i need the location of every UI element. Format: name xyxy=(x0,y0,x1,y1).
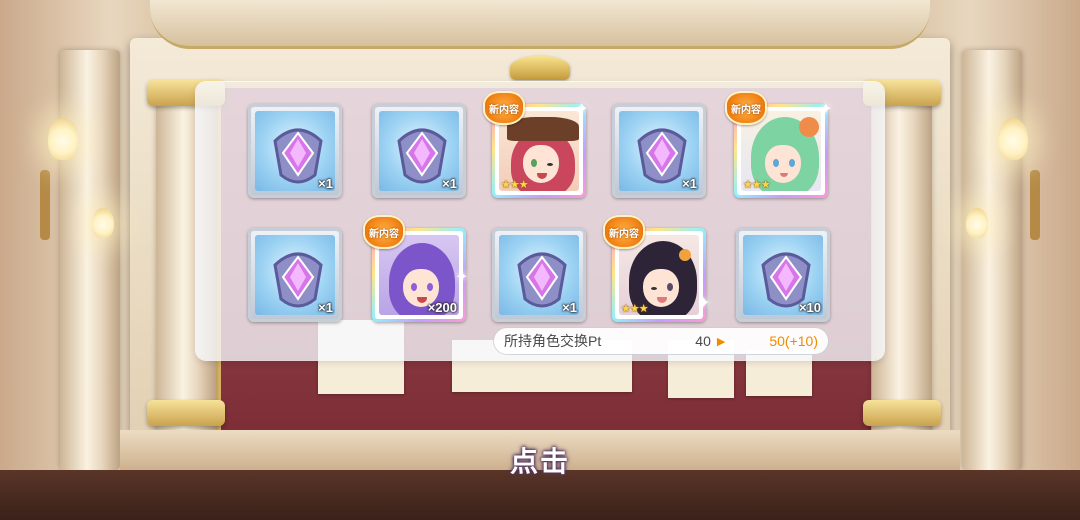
exchange-pt-after: 50(+10) xyxy=(769,333,818,349)
reward-slot-item[interactable]: ×10 xyxy=(736,228,830,322)
board-crest xyxy=(150,0,930,49)
item-count: ×1 xyxy=(442,176,457,191)
wall-lamp xyxy=(966,208,988,238)
reward-slot-item[interactable]: ×1 xyxy=(248,104,342,198)
sparkle-icon: ✦ xyxy=(697,293,711,312)
wall-lamp xyxy=(92,208,114,238)
item-count: ×200 xyxy=(427,300,457,315)
reward-slot-character-item[interactable]: 新内容 ×200 ✦ xyxy=(363,215,469,322)
item-count: ×1 xyxy=(318,176,333,191)
sparkle-icon: ✦ xyxy=(819,99,833,118)
reward-grid: ×1 ×1 新内容 ★★★ ✦ ×1 新内容 ★★★ ✦ ×1 新内容 ×200… xyxy=(196,82,884,360)
pillar-base xyxy=(863,400,941,426)
rarity-stars: ★★★ xyxy=(621,302,649,315)
wall-lamp xyxy=(998,118,1028,160)
reward-slot-item[interactable]: ×1 xyxy=(612,104,706,198)
rarity-stars: ★★★ xyxy=(501,178,529,191)
pillar-right-outer xyxy=(962,50,1022,470)
new-content-badge: 新内容 xyxy=(603,215,645,249)
portrait-eye xyxy=(531,159,537,167)
lamp-arm xyxy=(1030,170,1040,240)
portrait-eye-wink xyxy=(651,287,657,290)
exchange-pt-current: 40 xyxy=(695,333,711,349)
wall-lamp xyxy=(48,118,78,160)
pillar-left-outer xyxy=(60,50,120,470)
portrait-face xyxy=(765,145,801,183)
portrait-eye xyxy=(411,283,417,291)
portrait-eye xyxy=(773,159,779,167)
tap-to-continue[interactable]: 点击 xyxy=(0,440,1080,480)
exchange-pt-bar: 所持角色交换Pt 40 ▶ 50(+10) xyxy=(494,328,828,354)
reward-slot-character[interactable]: 新内容 ★★★ ✦ xyxy=(603,215,710,322)
rarity-stars: ★★★ xyxy=(743,178,771,191)
reward-slot-item[interactable]: ×1 xyxy=(248,228,342,322)
item-count: ×1 xyxy=(318,300,333,315)
arrow-right-icon: ▶ xyxy=(716,335,726,348)
portrait-flower xyxy=(799,117,819,137)
reward-slot-character[interactable]: 新内容 ★★★ ✦ xyxy=(483,91,588,198)
reward-slot-item[interactable]: ×1 xyxy=(492,228,586,322)
portrait-eye xyxy=(667,283,673,291)
gold-ornament xyxy=(510,56,570,80)
sparkle-icon: ✦ xyxy=(455,267,469,286)
new-content-badge: 新内容 xyxy=(363,215,405,249)
item-count: ×10 xyxy=(798,300,821,315)
reward-slot-character[interactable]: 新内容 ★★★ ✦ xyxy=(725,91,832,198)
new-content-badge: 新内容 xyxy=(725,91,767,125)
sparkle-icon: ✦ xyxy=(575,99,589,118)
item-count: ×1 xyxy=(682,176,697,191)
exchange-pt-label: 所持角色交换Pt xyxy=(504,333,602,349)
pillar-base xyxy=(147,400,225,426)
gacha-result-panel: ×1 ×1 新内容 ★★★ ✦ ×1 新内容 ★★★ ✦ ×1 新内容 ×200… xyxy=(196,82,884,360)
item-count: ×1 xyxy=(562,300,577,315)
portrait-eye xyxy=(427,283,433,291)
portrait-hair-ornament xyxy=(679,249,691,261)
new-content-badge: 新内容 xyxy=(483,91,525,125)
portrait-eye-wink xyxy=(547,163,553,166)
lamp-arm xyxy=(40,170,50,240)
portrait-eye xyxy=(789,159,795,167)
reward-slot-item[interactable]: ×1 xyxy=(372,104,466,198)
